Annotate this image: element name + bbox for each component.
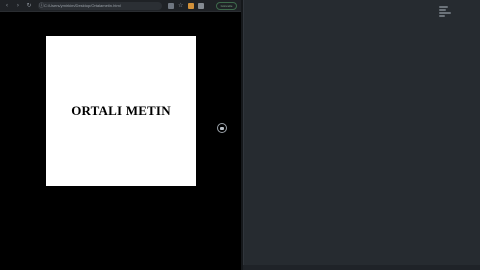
scroll-control-icon[interactable] [217,123,227,133]
code-minimap[interactable] [439,6,453,18]
extension-icons: ☆ [168,2,208,10]
scroll-control-glyph [220,126,224,130]
back-button[interactable]: ‹ [3,2,11,10]
minimap-line [439,6,448,8]
update-button[interactable]: Güncelle [216,2,237,10]
editor-gutter [243,0,244,270]
forward-button[interactable]: › [14,2,22,10]
bookmark-star-icon[interactable]: ☆ [178,3,184,9]
address-url: C:/Users/ymirkim/Desktop/Ortalametin.htm… [44,3,121,8]
reload-button[interactable]: ↻ [25,2,33,10]
centered-text: ORTALI METIN [71,103,171,118]
info-icon: ⓘ [39,3,45,9]
editor-pane[interactable] [243,0,480,270]
minimap-line [439,12,451,14]
page-content-box: ORTALI METIN [46,36,196,186]
browser-window: ‹ › ↻ ⓘ C:/Users/ymirkim/Desktop/Ortalam… [0,0,241,270]
extension-icon[interactable] [168,3,174,9]
editor-status-bar [243,265,480,270]
address-bar[interactable]: ⓘ C:/Users/ymirkim/Desktop/Ortalametin.h… [38,2,162,10]
minimap-line [439,15,445,17]
profile-icon[interactable] [198,3,204,9]
minimap-line [439,9,446,11]
browser-toolbar: ‹ › ↻ ⓘ C:/Users/ymirkim/Desktop/Ortalam… [0,0,241,12]
extension-icon[interactable] [188,3,194,9]
